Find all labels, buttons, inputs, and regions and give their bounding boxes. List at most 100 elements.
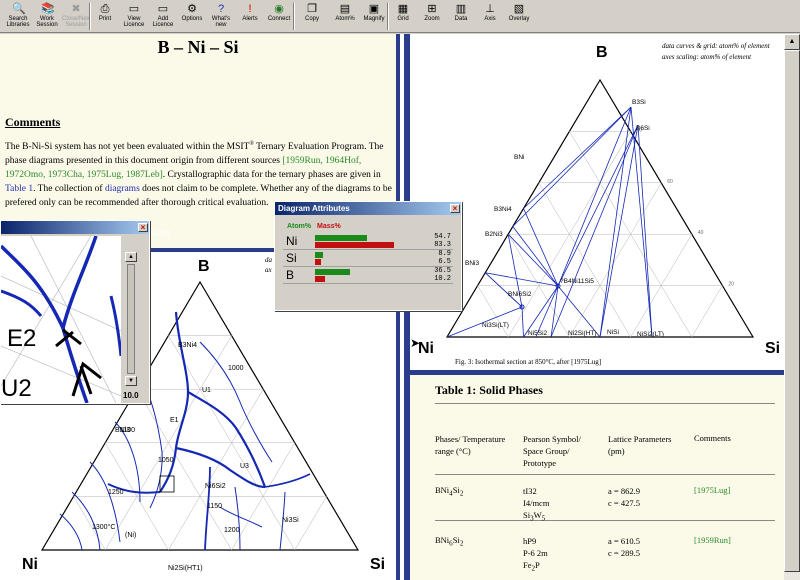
isothermal-diagram[interactable]: B3SiB6SiBNiB3Ni4B2Ni3BNi3?B4Ni11Si5BNi6S… <box>410 34 784 370</box>
table-cell-lattice: a = 862.9 c = 427.5 <box>608 486 640 508</box>
copy-button[interactable]: ❐ Copy <box>298 2 326 31</box>
toolbar-button-label: Work Session <box>36 16 58 28</box>
grid-line <box>168 389 264 551</box>
liq-corner-ni: Ni <box>22 556 38 573</box>
atom-percent-icon: ▤ <box>339 3 351 15</box>
options-button[interactable]: ⚙ Options <box>178 2 206 31</box>
toolbar-button-label: Zoom <box>424 16 440 22</box>
work-session-button[interactable]: 📚 Work Session <box>33 2 61 31</box>
data-button[interactable]: ▥ Data <box>447 2 475 31</box>
liquidus-label: 1150 <box>207 503 222 510</box>
toolbar-button-label: Options <box>181 16 203 22</box>
phase-label: B2Ni3 <box>485 231 503 238</box>
axis-tick-label: 40 <box>698 230 704 236</box>
grid-line <box>538 182 631 338</box>
mass-value: 10.2 <box>434 275 451 283</box>
toolbar-button-label: Print <box>98 16 112 22</box>
overlay-button[interactable]: ▧ Overlay <box>505 2 533 31</box>
table1-rule-top <box>435 403 775 404</box>
axis-tick-label: 20 <box>728 282 734 288</box>
what-s-new-button[interactable]: ? What's new <box>207 2 235 31</box>
table1-link[interactable]: Table 1 <box>5 184 33 194</box>
mass-bar <box>315 242 394 248</box>
dialog-titlebar[interactable]: Diagram Attributes <box>275 202 461 215</box>
alerts-button[interactable]: ! Alerts <box>236 2 264 31</box>
add-licence-button[interactable]: ▭ Add Licence <box>149 2 177 31</box>
iso-note-1: data curves & grid: atom% of element <box>662 42 770 50</box>
liq-corner-b: B <box>198 258 210 275</box>
view-licence-button[interactable]: ▭ View Licence <box>120 2 148 31</box>
close-next-session-button[interactable]: ✖ Close/Next Session <box>62 2 91 31</box>
magnify-button[interactable]: ▣ Magnify <box>360 2 388 31</box>
monovariant-curve <box>61 236 98 329</box>
mass-value: 6.5 <box>438 258 451 266</box>
search-libraries-button[interactable]: 🔍 Search Libraries <box>4 2 32 31</box>
connect-button[interactable]: ◉ Connect <box>265 2 293 31</box>
tie-line <box>550 124 639 338</box>
toolbar-separator <box>387 3 389 30</box>
mass-value: 83.3 <box>434 241 451 249</box>
monovariant-curve <box>1 244 65 329</box>
atom-bar <box>315 252 323 258</box>
slider-track[interactable] <box>127 264 135 374</box>
magnified-label: E2 <box>7 325 36 352</box>
magnifier-view: E2 U2 <box>1 236 121 403</box>
toolbar-button-label: Search Libraries <box>6 16 30 28</box>
comments-text-4: . The collection of <box>33 184 105 195</box>
monovariant-curve <box>264 473 311 488</box>
col-header-phase: Phases/ Temperature range (°C) <box>435 434 506 456</box>
phase-label: B3Ni4 <box>494 206 512 213</box>
scroll-up-button[interactable]: ▲ <box>784 34 800 50</box>
monovariant-curve <box>187 391 267 488</box>
liq-corner-si: Si <box>370 556 386 573</box>
toolbar-button-label: What's new <box>211 16 231 28</box>
toolbar-button-label: Data <box>454 16 468 22</box>
liquidus-label: 1100 <box>120 427 135 434</box>
liquidus-label: 1050 <box>158 457 174 464</box>
table-cell-phase: BNi6Si2 <box>435 535 464 548</box>
tie-line <box>637 124 653 338</box>
magnified-label: U2 <box>1 375 32 402</box>
table-cell-ref[interactable]: [1975Lug] <box>694 485 730 495</box>
zoom-button[interactable]: ⊞ Zoom <box>418 2 446 31</box>
gear-icon: ⚙ <box>187 3 197 15</box>
copy-icon: ❐ <box>307 3 317 15</box>
grid-button[interactable]: ▦ Grid <box>389 2 417 31</box>
zoom-value: 10.0 <box>123 391 139 400</box>
slider-up-button[interactable]: ▲ <box>125 252 137 262</box>
isotherm-curve <box>59 513 83 551</box>
table-cell-ref[interactable]: [1959Run] <box>694 535 731 545</box>
alert-icon: ! <box>248 3 252 15</box>
magnifier-titlebar[interactable] <box>1 221 149 234</box>
grid-line <box>30 236 117 403</box>
phase-label: BNi3 <box>465 260 479 267</box>
scroll-thumb[interactable] <box>784 50 800 572</box>
phase-label: BNi <box>514 154 524 161</box>
magnifier-window[interactable]: × E2 U2 ▲ ▼ 10.0 <box>0 220 150 404</box>
tie-line <box>630 106 653 338</box>
table-cell-phase: BNi4Si2 <box>435 485 464 498</box>
diagram-attributes-dialog[interactable]: Diagram Attributes × Atom% Mass% Ni 54.7 8… <box>274 201 462 311</box>
liquidus-label: 1300°C <box>92 523 115 531</box>
axis-button[interactable]: ⊥ Axis <box>476 2 504 31</box>
toolbar-button-label: View Licence <box>123 16 145 28</box>
slider-down-button[interactable]: ▼ <box>125 376 137 386</box>
diagrams-link[interactable]: diagrams <box>105 184 140 194</box>
monitor-icon: ▭ <box>128 3 140 15</box>
mass-header: Mass% <box>317 223 341 230</box>
print-button[interactable]: ⎙ Print <box>91 2 119 31</box>
atom-bar <box>315 269 350 275</box>
magnifier-slider[interactable]: ▲ ▼ <box>122 236 149 391</box>
magnifier-close-button[interactable]: × <box>138 223 148 232</box>
vertical-scrollbar[interactable]: ▲ <box>784 34 800 580</box>
atom-value: 36.5 <box>434 267 451 275</box>
atom-button[interactable]: ▤ Atom% <box>331 2 359 31</box>
tie-line <box>557 106 632 287</box>
printer-icon: ⎙ <box>100 3 110 15</box>
liquidus-label: U3 <box>240 463 249 470</box>
toolbar-button-label: Copy <box>304 16 319 22</box>
table1-rule-header <box>435 474 775 475</box>
data-icon: ▥ <box>455 3 467 15</box>
dialog-close-button[interactable]: × <box>450 204 460 213</box>
liquidus-label: 1200 <box>224 527 240 534</box>
